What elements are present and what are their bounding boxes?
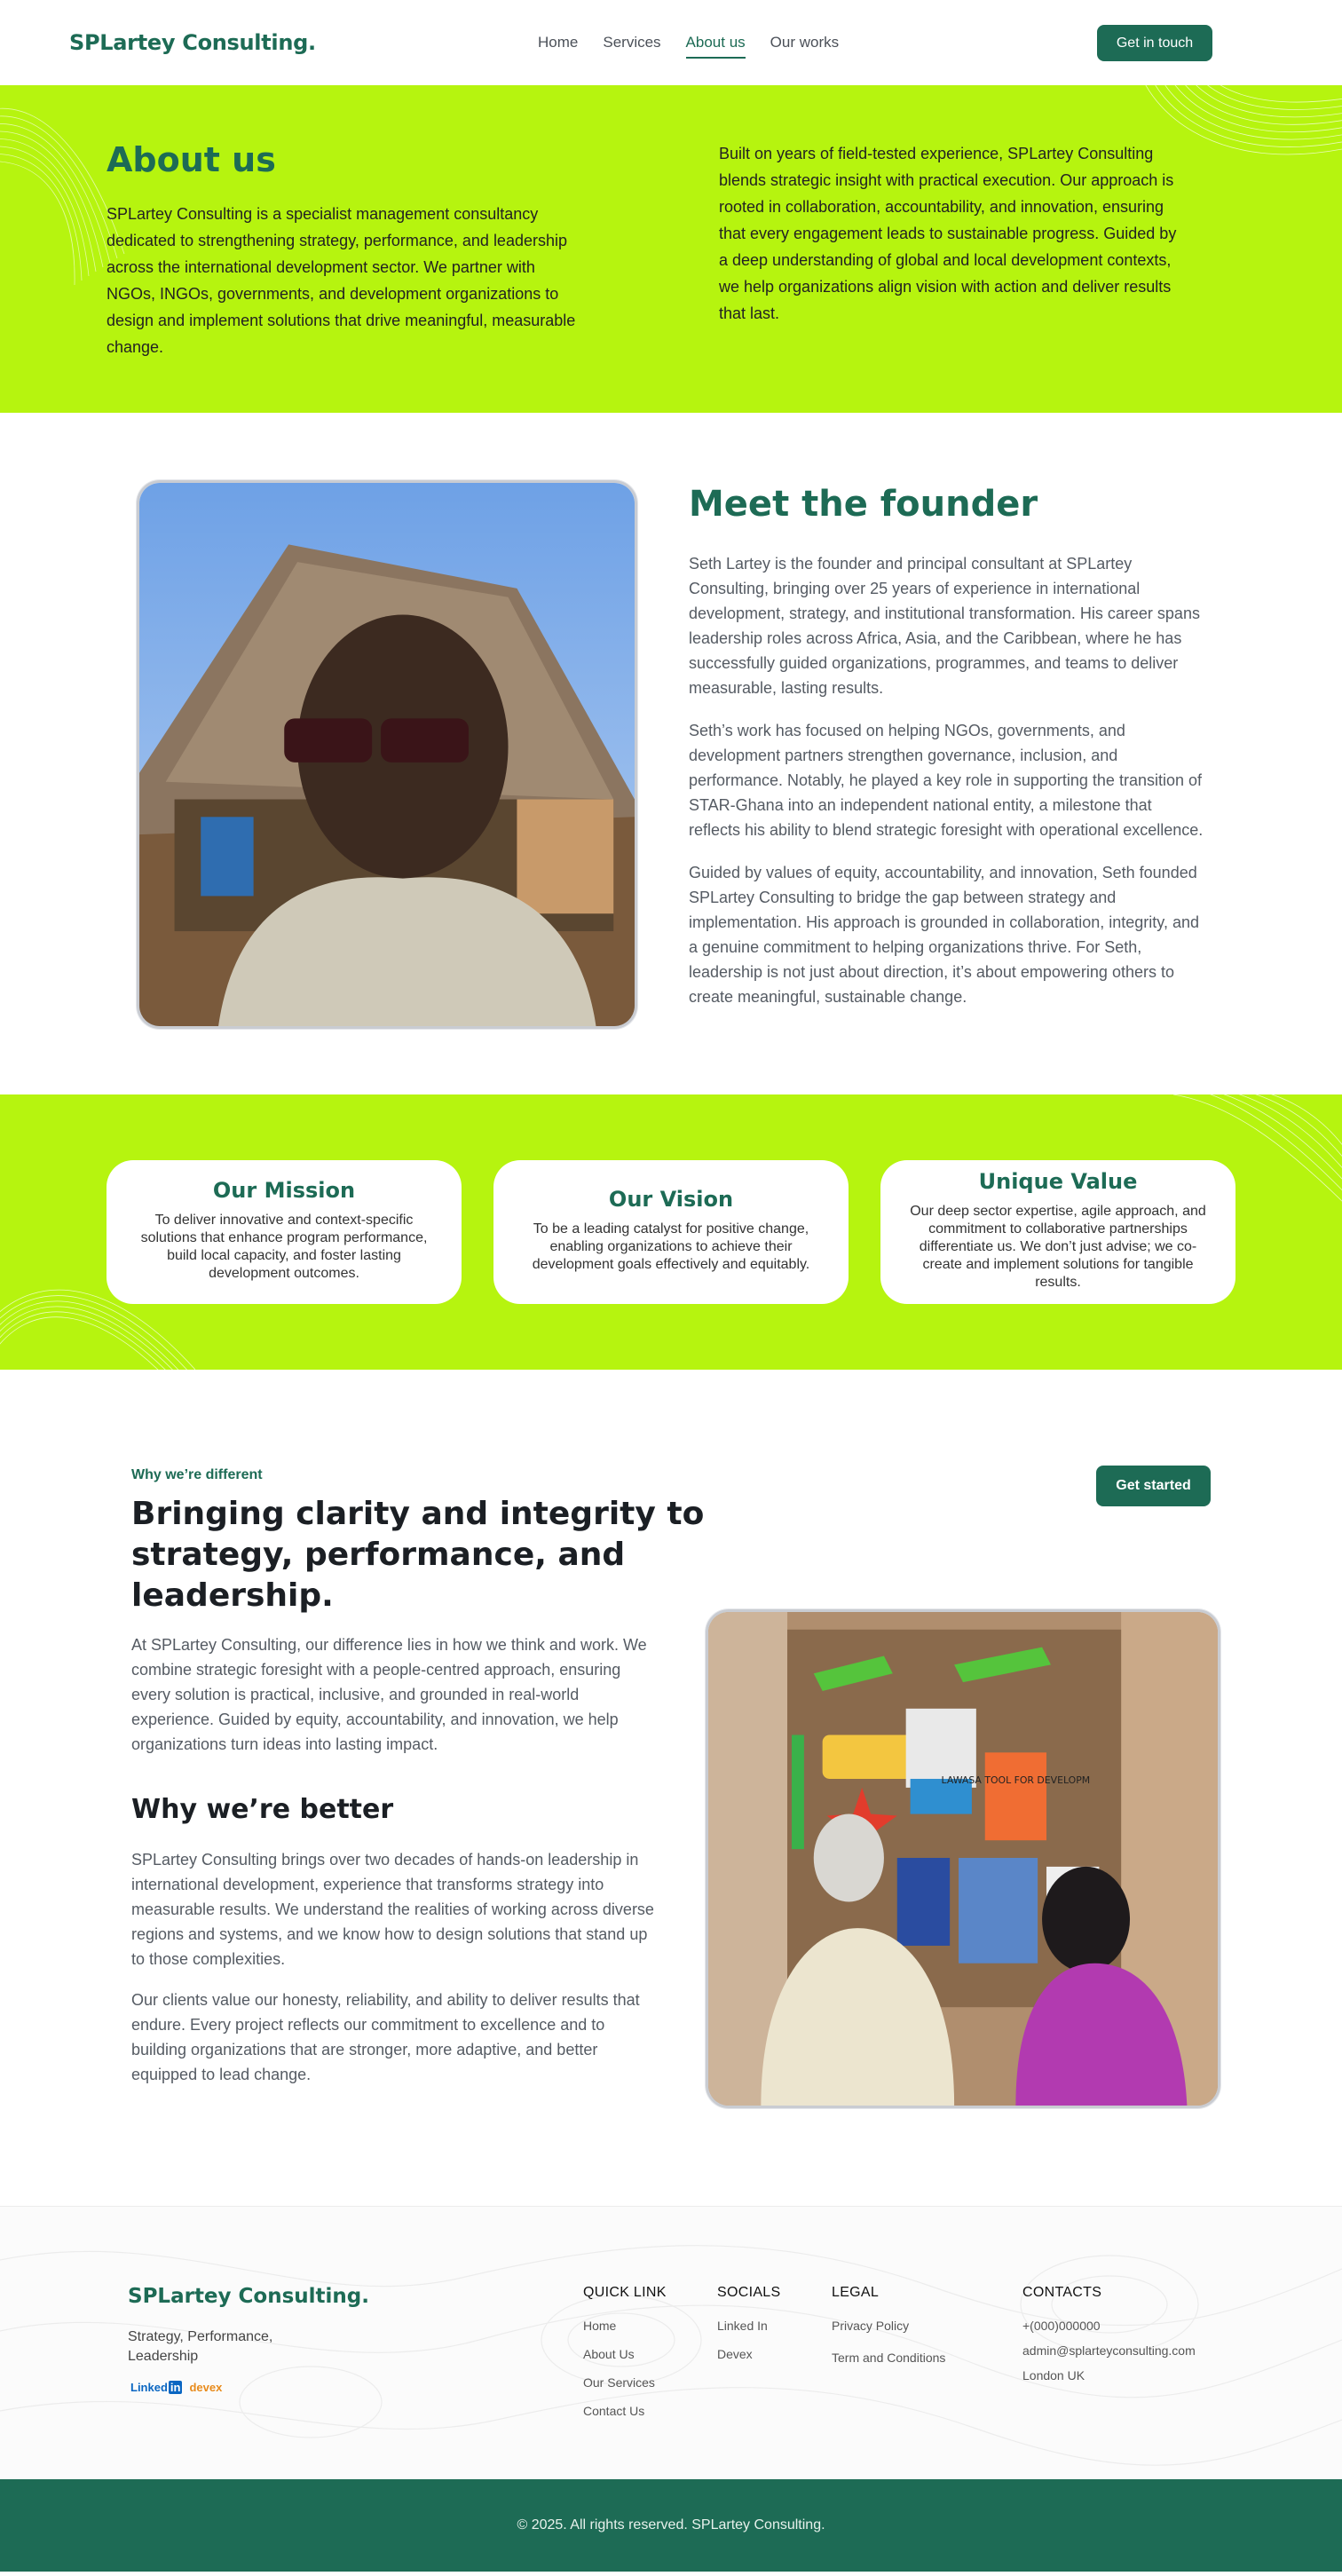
why-different-section: Why we’re different Bringing clarity and… bbox=[0, 1370, 1342, 2206]
founder-title: Meet the founder bbox=[689, 484, 1038, 525]
values-section: Our Mission To deliver innovative and co… bbox=[0, 1094, 1342, 1370]
mission-text: To deliver innovative and context-specif… bbox=[140, 1213, 428, 1281]
socials-title: SOCIALS bbox=[717, 2285, 781, 2300]
founder-bio-paragraph: Seth Lartey is the founder and principal… bbox=[689, 555, 1200, 697]
nav-services[interactable]: Services bbox=[603, 34, 660, 59]
founder-section: Meet the founder Seth Lartey is the foun… bbox=[0, 413, 1342, 1094]
about-section: About us SPLartey Consulting is a specia… bbox=[0, 85, 1342, 413]
founder-bio: Seth Lartey is the founder and principal… bbox=[689, 551, 1207, 1027]
legal-column: LEGAL Privacy Policy Term and Conditions bbox=[832, 2285, 945, 2379]
unique-value-title: Unique Value bbox=[978, 1169, 1138, 1194]
contacts-column: CONTACTS +(000)000000 admin@splarteycons… bbox=[1022, 2285, 1196, 2397]
linkedin-in-badge: in bbox=[168, 2381, 183, 2394]
devex-icon[interactable]: devex bbox=[189, 2381, 222, 2394]
copyright-bar: © 2025. All rights reserved. SPLartey Co… bbox=[0, 2479, 1342, 2572]
contact-location: London UK bbox=[1022, 2368, 1085, 2382]
linkedin-wordmark: Linked bbox=[130, 2381, 168, 2394]
footer-link-devex[interactable]: Devex bbox=[717, 2347, 780, 2361]
about-approach-text: Built on years of field-tested experienc… bbox=[719, 145, 1177, 322]
vision-title: Our Vision bbox=[608, 1187, 734, 1212]
get-in-touch-button[interactable]: Get in touch bbox=[1097, 25, 1212, 61]
footer-social-logos: Linked in devex bbox=[130, 2381, 222, 2394]
footer-link-our-services[interactable]: Our Services bbox=[583, 2375, 667, 2390]
workshop-photo: LAWASA TOOL FOR DEVELOPM bbox=[706, 1609, 1220, 2108]
footer-link-contact-us[interactable]: Contact Us bbox=[583, 2404, 667, 2418]
footer-tagline: Strategy, Performance, Leadership bbox=[128, 2329, 273, 2364]
founder-bio-paragraph: Guided by values of equity, accountabili… bbox=[689, 864, 1199, 1006]
why-better-paragraph: SPLartey Consulting brings over two deca… bbox=[131, 1851, 654, 1968]
nav-about-us[interactable]: About us bbox=[685, 34, 746, 59]
linkedin-icon[interactable]: Linked in bbox=[130, 2381, 183, 2394]
contact-email[interactable]: admin@splarteyconsulting.com bbox=[1022, 2343, 1196, 2358]
why-better-body: SPLartey Consulting brings over two deca… bbox=[131, 1847, 657, 2103]
legal-title: LEGAL bbox=[832, 2285, 880, 2300]
board-sign-text: LAWASA TOOL FOR DEVELOPM bbox=[942, 1774, 1091, 1786]
site-logo[interactable]: SPLartey Consulting. bbox=[69, 30, 316, 55]
founder-bio-paragraph: Seth’s work has focused on helping NGOs,… bbox=[689, 722, 1204, 839]
about-title: About us bbox=[107, 140, 276, 179]
section-title: Bringing clarity and integrity to strate… bbox=[131, 1496, 705, 1614]
footer-link-terms[interactable]: Term and Conditions bbox=[832, 2351, 945, 2365]
why-better-paragraph: Our clients value our honesty, reliabili… bbox=[131, 1991, 640, 2083]
footer-link-about-us[interactable]: About Us bbox=[583, 2347, 667, 2361]
unique-value-card: Unique Value Our deep sector expertise, … bbox=[880, 1160, 1235, 1304]
vision-text: To be a leading catalyst for positive ch… bbox=[532, 1221, 810, 1272]
vision-card: Our Vision To be a leading catalyst for … bbox=[493, 1160, 849, 1304]
mission-card: Our Mission To deliver innovative and co… bbox=[107, 1160, 462, 1304]
contacts-title: CONTACTS bbox=[1022, 2285, 1102, 2300]
mission-title: Our Mission bbox=[212, 1178, 356, 1203]
site-footer: SPLartey Consulting. Strategy, Performan… bbox=[0, 2206, 1342, 2479]
main-nav: Home Services About us Our works bbox=[538, 34, 864, 59]
socials-column: SOCIALS Linked In Devex bbox=[717, 2285, 780, 2375]
difference-text: At SPLartey Consulting, our difference l… bbox=[131, 1636, 647, 1753]
footer-link-home[interactable]: Home bbox=[583, 2319, 667, 2333]
footer-logo[interactable]: SPLartey Consulting. bbox=[128, 2285, 369, 2308]
unique-value-text: Our deep sector expertise, agile approac… bbox=[910, 1204, 1206, 1290]
about-intro-text: SPLartey Consulting is a specialist mana… bbox=[107, 205, 576, 356]
site-header: SPLartey Consulting. Home Services About… bbox=[0, 0, 1342, 85]
quick-links-title: QUICK LINK bbox=[583, 2285, 667, 2300]
footer-link-privacy-policy[interactable]: Privacy Policy bbox=[832, 2319, 945, 2333]
quick-links-column: QUICK LINK Home About Us Our Services Co… bbox=[583, 2285, 667, 2432]
founder-photo bbox=[137, 480, 637, 1029]
nav-home[interactable]: Home bbox=[538, 34, 578, 59]
section-eyebrow: Why we’re different bbox=[131, 1467, 263, 1482]
get-started-button[interactable]: Get started bbox=[1096, 1466, 1211, 1506]
footer-link-linkedin[interactable]: Linked In bbox=[717, 2319, 780, 2333]
why-better-title: Why we’re better bbox=[131, 1794, 394, 1825]
contact-phone[interactable]: +(000)000000 bbox=[1022, 2319, 1196, 2333]
nav-our-works[interactable]: Our works bbox=[770, 34, 839, 59]
